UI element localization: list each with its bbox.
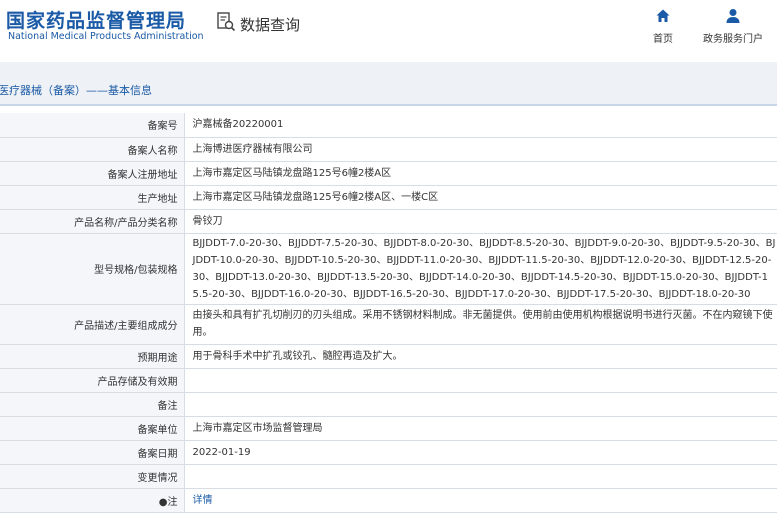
table-row: 备案人注册地址 上海市嘉定区马陆镇龙盘路125号6幢2楼A区 <box>0 161 777 186</box>
user-icon <box>698 8 768 24</box>
org-name-en[interactable]: National Medical Products Administration <box>8 31 204 42</box>
row-value: 用于骨科手术中扩孔或铰孔、髓腔再造及扩大。 <box>183 344 777 369</box>
details-link[interactable]: 详情 <box>193 495 213 506</box>
row-value: 骨铰刀 <box>183 209 777 234</box>
note-label: 注 <box>167 496 178 508</box>
table-row: ●注 详情 <box>0 488 777 513</box>
table-row: 产品名称/产品分类名称 骨铰刀 <box>0 209 777 234</box>
nav-home-label: 首页 <box>653 34 673 45</box>
bullet-icon: ● <box>158 496 168 508</box>
row-value: 沪嘉械备20220001 <box>183 113 777 138</box>
breadcrumb: 医疗器械（备案）——基本信息 <box>0 74 777 106</box>
row-value: 上海市嘉定区马陆镇龙盘路125号6幢2楼A区 <box>183 161 777 186</box>
nav-home[interactable]: 首页 <box>628 8 698 45</box>
row-value <box>183 392 777 417</box>
row-label: 备案号 <box>0 113 184 138</box>
table-row: 备案日期 2022-01-19 <box>0 440 777 465</box>
row-label: 备案人注册地址 <box>0 161 184 186</box>
table-row: 产品存储及有效期 <box>0 368 777 393</box>
nav-service-portal-label: 政务服务门户 <box>703 34 763 45</box>
org-name-cn[interactable]: 国家药品监督管理局 <box>6 6 186 33</box>
row-label: 型号规格/包装规格 <box>0 233 184 305</box>
row-label: 产品描述/主要组成成分 <box>0 304 184 345</box>
table-row: 预期用途 用于骨科手术中扩孔或铰孔、髓腔再造及扩大。 <box>0 344 777 369</box>
row-label: 备注 <box>0 392 184 417</box>
breadcrumb-text: 医疗器械（备案）——基本信息 <box>0 84 152 97</box>
row-value: 上海市嘉定区马陆镇龙盘路125号6幢2楼A区、一楼C区 <box>183 185 777 210</box>
record-detail-table: 备案号 沪嘉械备20220001 备案人名称 上海博进医疗器械有限公司 备案人注… <box>0 113 777 513</box>
home-icon <box>628 8 698 24</box>
row-value: BJJDDT-7.0-20-30、BJJDDT-7.5-20-30、BJJDDT… <box>183 233 777 305</box>
row-label: 产品存储及有效期 <box>0 368 184 393</box>
row-value: 由接头和具有扩孔切削刃的刃头组成。采用不锈钢材料制成。非无菌提供。使用前由使用机… <box>183 304 777 345</box>
table-row: 备案号 沪嘉械备20220001 <box>0 113 777 138</box>
table-row: 生产地址 上海市嘉定区马陆镇龙盘路125号6幢2楼A区、一楼C区 <box>0 185 777 210</box>
row-label: 预期用途 <box>0 344 184 369</box>
table-row: 备案单位 上海市嘉定区市场监督管理局 <box>0 416 777 441</box>
row-value: 上海市嘉定区市场监督管理局 <box>183 416 777 441</box>
row-label: 变更情况 <box>0 464 184 489</box>
table-row: 型号规格/包装规格 BJJDDT-7.0-20-30、BJJDDT-7.5-20… <box>0 233 777 305</box>
header-separator <box>0 62 777 74</box>
row-value <box>183 464 777 489</box>
row-value <box>183 368 777 393</box>
row-label-note: ●注 <box>0 488 184 513</box>
site-header: 国家药品监督管理局 National Medical Products Admi… <box>0 0 777 62</box>
table-row: 产品描述/主要组成成分 由接头和具有扩孔切削刃的刃头组成。采用不锈钢材料制成。非… <box>0 304 777 345</box>
table-row: 备注 <box>0 392 777 417</box>
row-label: 备案日期 <box>0 440 184 465</box>
table-row: 备案人名称 上海博进医疗器械有限公司 <box>0 137 777 162</box>
row-label: 生产地址 <box>0 185 184 210</box>
table-row: 变更情况 <box>0 464 777 489</box>
row-label: 产品名称/产品分类名称 <box>0 209 184 234</box>
data-query-title: 数据查询 <box>216 12 300 36</box>
nav-service-portal[interactable]: 政务服务门户 <box>698 8 768 45</box>
row-label: 备案人名称 <box>0 137 184 162</box>
row-value: 2022-01-19 <box>183 440 777 465</box>
data-query-label: 数据查询 <box>240 15 301 34</box>
row-value: 上海博进医疗器械有限公司 <box>183 137 777 162</box>
row-value: 详情 <box>183 488 777 513</box>
document-search-icon <box>216 12 236 36</box>
row-label: 备案单位 <box>0 416 184 441</box>
